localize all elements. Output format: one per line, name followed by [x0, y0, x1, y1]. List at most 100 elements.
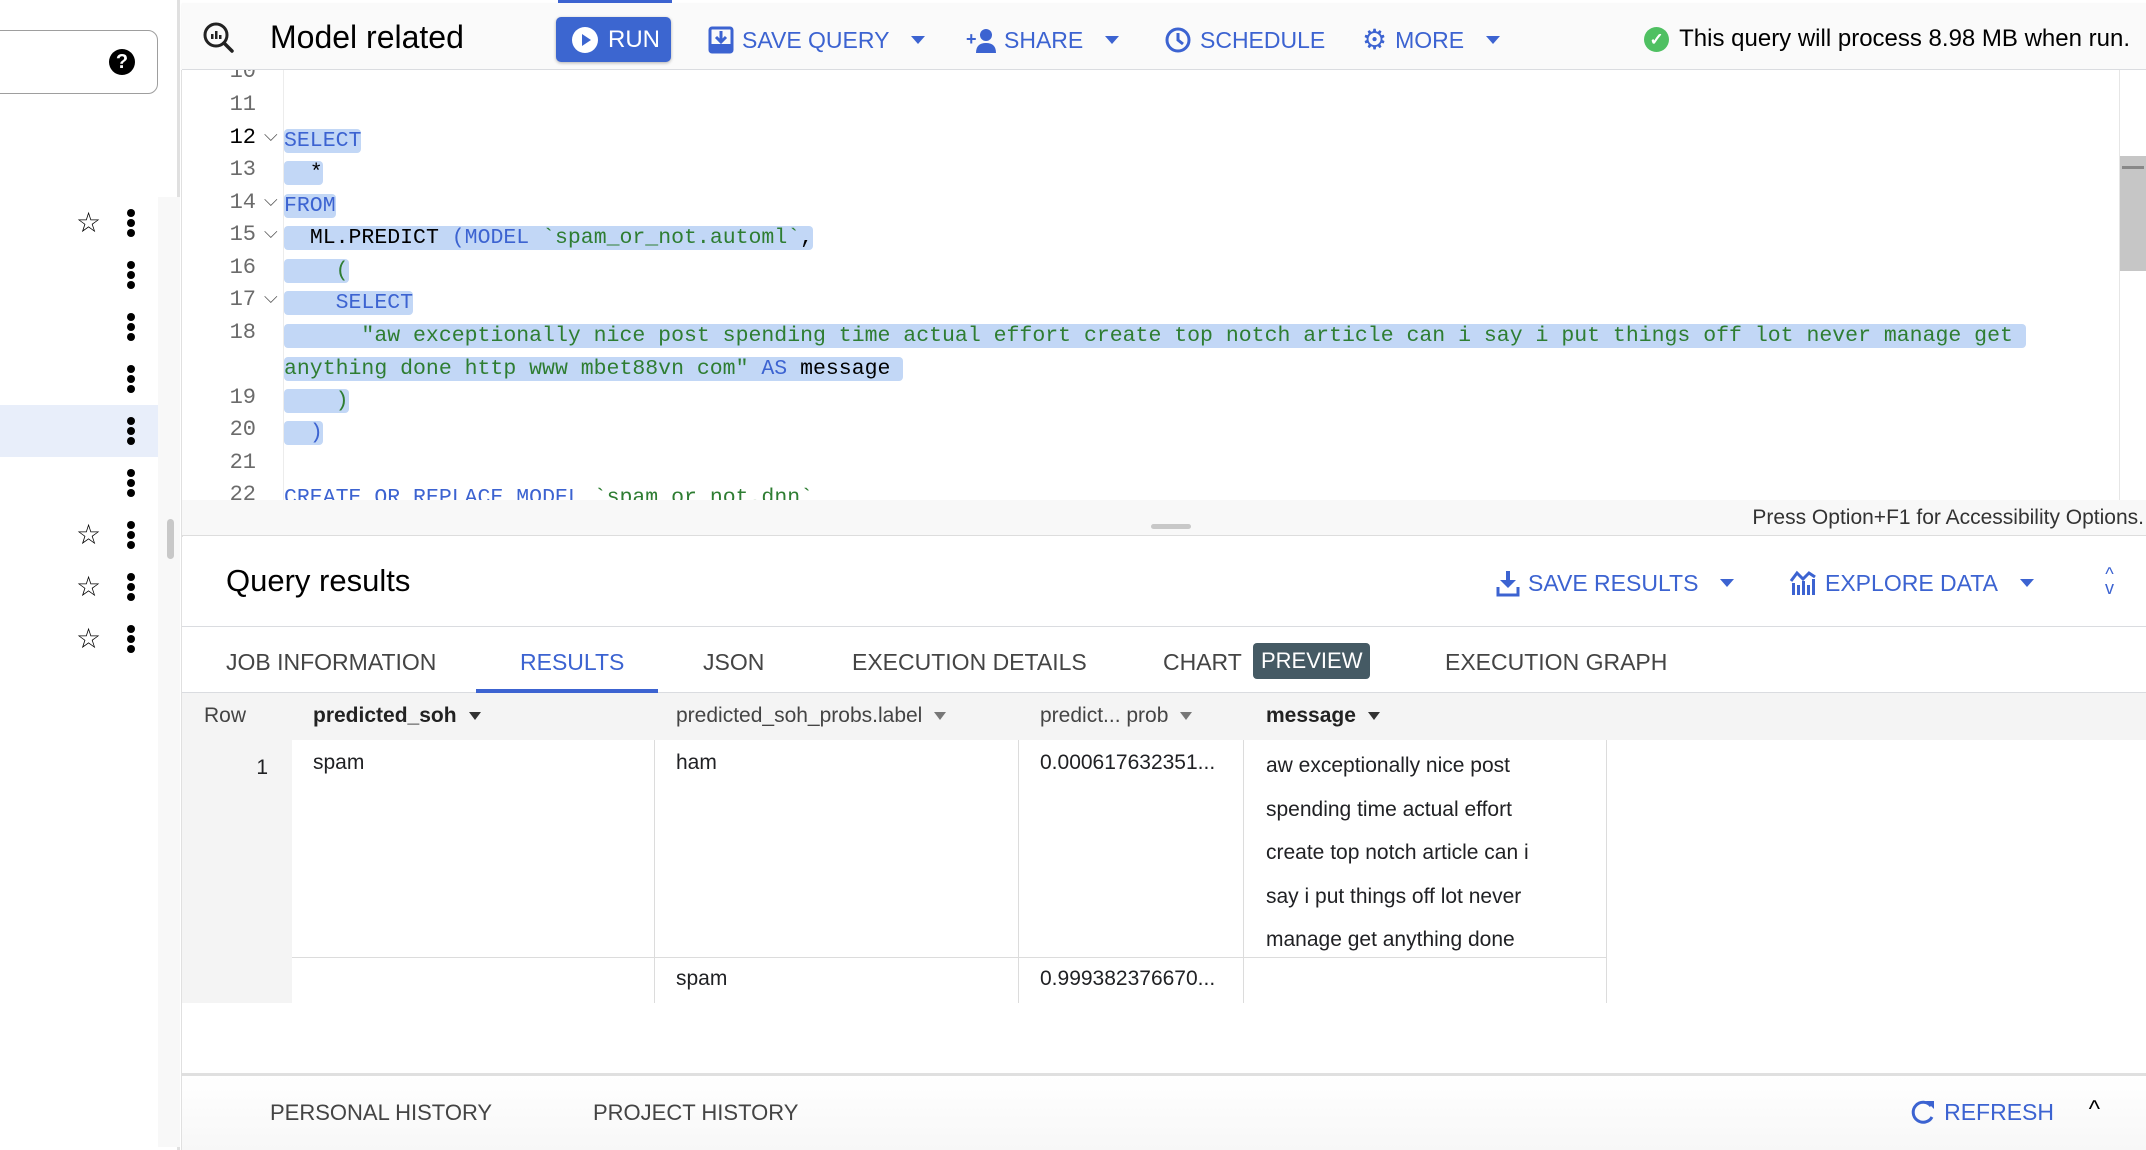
code-line: SELECT — [284, 287, 414, 319]
code-token: . — [335, 226, 349, 250]
results-empty-area — [182, 1003, 2146, 1073]
query-icon — [203, 22, 234, 53]
column-header-probs-prob[interactable]: predict... prob — [1040, 704, 1193, 728]
schedule-button[interactable]: SCHEDULE — [1164, 25, 1325, 55]
download-icon — [1496, 571, 1520, 597]
query-toolbar: Model related RUN SAVE QUERY + SHARE SCH… — [182, 3, 2146, 70]
sidebar-resource-item[interactable] — [0, 457, 158, 509]
line-number: 16 — [229, 255, 256, 280]
tab-execution-graph[interactable]: EXECUTION GRAPH — [1445, 649, 1667, 676]
sidebar-resource-item[interactable] — [0, 249, 158, 301]
tab-project-history[interactable]: PROJECT HISTORY — [593, 1100, 798, 1126]
more-button[interactable]: ⚙ MORE — [1362, 25, 1501, 55]
results-tabs: JOB INFORMATION RESULTS JSON EXECUTION D… — [182, 627, 2146, 693]
sort-caret-icon[interactable] — [934, 712, 947, 720]
row-number: 1 — [256, 756, 268, 779]
share-button[interactable]: + SHARE — [966, 25, 1120, 55]
selected-code-text: ML.PREDICT (MODEL `spam_or_not.automl`, — [284, 226, 814, 250]
column-header-message[interactable]: message — [1266, 704, 1380, 728]
results-table: Row predicted_soh predicted_soh_probs.la… — [182, 693, 2146, 1004]
table-cell-probs-prob: 0.000617632351... — [1040, 751, 1216, 774]
sidebar-resource-item[interactable]: ☆ — [0, 197, 158, 249]
tab-chart[interactable]: CHART — [1163, 649, 1242, 676]
sidebar-resource-item[interactable]: ☆ — [0, 509, 158, 561]
chevron-down-icon — [911, 36, 926, 44]
tab-execution-details[interactable]: EXECUTION DETAILS — [852, 649, 1087, 676]
expand-collapse-icon[interactable]: ^ v — [2105, 565, 2114, 597]
chevron-up-icon[interactable]: ^ — [2089, 1096, 2100, 1124]
run-button[interactable]: RUN — [556, 17, 671, 62]
help-icon[interactable]: ? — [109, 49, 135, 75]
bigquery-console: ? ☆ ☆ ☆ ☆ Model related RUN SAVE QUERY +… — [0, 0, 2146, 1150]
sort-caret-icon[interactable] — [468, 712, 481, 720]
column-label: message — [1266, 704, 1356, 727]
sidebar-resource-item[interactable]: ☆ — [0, 613, 158, 665]
sql-editor[interactable]: 10 11 12 ⌵ 13 14 ⌵ 15 ⌵ 16 17 ⌵ 18 19 20… — [182, 70, 2146, 502]
save-query-button[interactable]: SAVE QUERY — [708, 25, 926, 55]
tab-results[interactable]: RESULTS — [520, 649, 624, 676]
more-vert-icon[interactable] — [126, 625, 136, 653]
selected-code-text: FROM — [284, 194, 336, 218]
code-token: PREDICT — [348, 226, 439, 250]
fold-chevron-icon[interactable]: ⌵ — [264, 190, 278, 211]
column-header-probs-label[interactable]: predicted_soh_probs.label — [676, 704, 947, 728]
more-vert-icon[interactable] — [126, 573, 136, 601]
keyword: FROM — [284, 194, 336, 218]
column-label: predicted_soh — [313, 704, 457, 727]
line-number: 21 — [229, 450, 256, 475]
refresh-button[interactable]: REFRESH — [1910, 1098, 2054, 1126]
resize-handle[interactable] — [1151, 524, 1191, 529]
tab-personal-history[interactable]: PERSONAL HISTORY — [270, 1100, 492, 1126]
more-vert-icon[interactable] — [126, 313, 136, 341]
explore-data-button[interactable]: EXPLORE DATA — [1789, 569, 2034, 597]
sidebar-resource-item[interactable]: ☆ — [0, 561, 158, 613]
fold-chevron-icon[interactable]: ⌵ — [264, 287, 278, 308]
chart-icon — [1789, 570, 1816, 595]
accessibility-bar: Press Option+F1 for Accessibility Option… — [182, 500, 2146, 536]
sort-caret-icon[interactable] — [1367, 712, 1380, 720]
tab-json[interactable]: JSON — [703, 649, 764, 676]
refresh-icon — [1911, 1100, 1935, 1124]
row-number-column: 1 — [182, 740, 292, 1004]
line-number: 15 — [229, 222, 256, 247]
star-icon[interactable]: ☆ — [76, 624, 101, 654]
save-results-button[interactable]: SAVE RESULTS — [1496, 569, 1735, 597]
code-line: ) — [284, 417, 323, 449]
code-line: FROM — [284, 190, 336, 222]
column-header-predicted-soh[interactable]: predicted_soh — [313, 704, 481, 728]
fold-chevron-icon[interactable]: ⌵ — [264, 125, 278, 146]
fold-chevron-icon[interactable]: ⌵ — [264, 222, 278, 243]
explorer-sidebar: ? ☆ ☆ ☆ ☆ — [0, 0, 180, 1150]
sidebar-resource-item[interactable] — [0, 353, 158, 405]
more-vert-icon[interactable] — [126, 521, 136, 549]
star-icon[interactable]: ☆ — [76, 572, 101, 602]
explorer-resource-list: ☆ ☆ ☆ ☆ — [0, 197, 158, 665]
more-vert-icon[interactable] — [126, 209, 136, 237]
more-vert-icon[interactable] — [126, 417, 136, 445]
more-vert-icon[interactable] — [126, 365, 136, 393]
code-token: ML — [309, 226, 336, 250]
line-number: 19 — [229, 385, 256, 410]
code-line: ) — [284, 385, 349, 417]
sidebar-resource-item[interactable] — [0, 301, 158, 353]
message-line: spending time actual effort — [1266, 797, 1512, 821]
explorer-search-input[interactable]: ? — [0, 30, 158, 94]
code-line: "aw exceptionally nice post spending tim… — [284, 320, 2026, 352]
sort-caret-icon[interactable] — [1180, 712, 1193, 720]
selected-code-text: anything done http www mbet88vn com" AS … — [284, 357, 904, 381]
more-vert-icon[interactable] — [126, 469, 136, 497]
chevron-down-icon — [1486, 36, 1501, 44]
line-number: 12 — [229, 125, 256, 150]
more-vert-icon[interactable] — [126, 261, 136, 289]
star-icon[interactable]: ☆ — [76, 208, 101, 238]
editor-scrollbar[interactable] — [2120, 156, 2146, 271]
tab-job-information[interactable]: JOB INFORMATION — [226, 649, 436, 676]
string-literal: anything done http www mbet88vn com" — [284, 357, 749, 381]
sidebar-resource-item[interactable] — [0, 405, 158, 457]
save-icon — [708, 26, 734, 54]
star-icon[interactable]: ☆ — [76, 520, 101, 550]
sidebar-scrollbar[interactable] — [167, 519, 174, 559]
